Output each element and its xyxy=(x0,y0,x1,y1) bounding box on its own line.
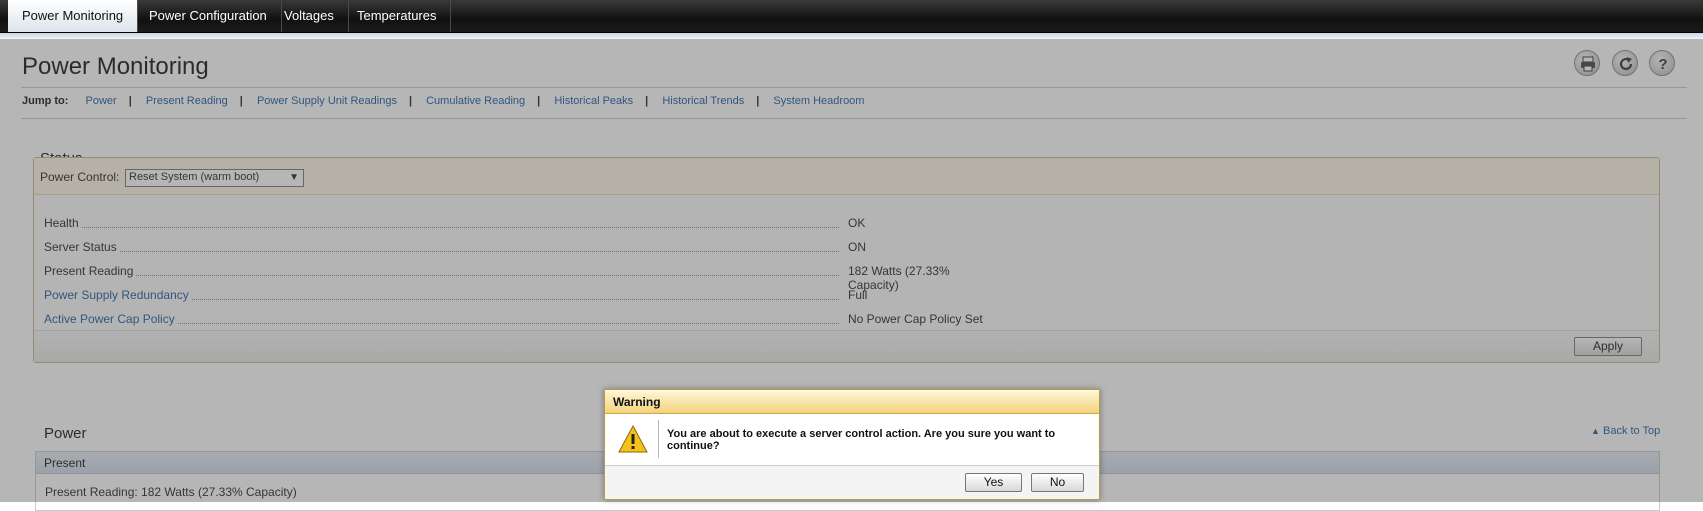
top-tab-bar: Power Monitoring Power Configuration Vol… xyxy=(0,0,1703,33)
dialog-title-bar: Warning xyxy=(605,390,1099,414)
no-button[interactable]: No xyxy=(1031,473,1084,492)
tab-temperatures[interactable]: Temperatures xyxy=(343,0,452,32)
dialog-title: Warning xyxy=(613,395,661,409)
yes-button[interactable]: Yes xyxy=(965,473,1022,492)
tab-power-configuration[interactable]: Power Configuration xyxy=(135,0,282,32)
warning-icon xyxy=(618,425,648,453)
tab-voltages[interactable]: Voltages xyxy=(270,0,349,32)
warning-dialog: Warning You are about to execute a serve… xyxy=(604,389,1100,500)
dialog-divider xyxy=(658,420,659,458)
dialog-message: You are about to execute a server contro… xyxy=(667,428,1056,452)
tab-power-monitoring[interactable]: Power Monitoring xyxy=(8,0,139,32)
dialog-footer: Yes No xyxy=(605,465,1099,499)
